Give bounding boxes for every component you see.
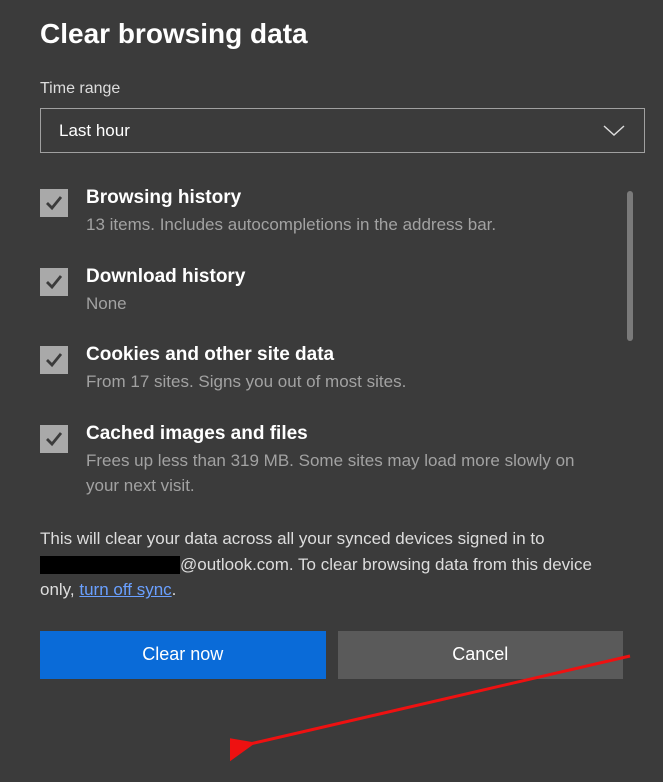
clear-browsing-data-dialog: Clear browsing data Time range Last hour…: [0, 0, 663, 699]
checkbox-cached[interactable]: [40, 425, 68, 453]
option-desc: 13 items. Includes autocompletions in th…: [86, 213, 603, 238]
dialog-title: Clear browsing data: [40, 18, 623, 50]
checkbox-download-history[interactable]: [40, 268, 68, 296]
option-title: Cookies and other site data: [86, 344, 603, 366]
redacted-email-local: [40, 556, 180, 574]
scrollbar-thumb[interactable]: [627, 191, 633, 341]
option-download-history: Download history None: [40, 266, 603, 317]
time-range-value: Last hour: [59, 121, 130, 141]
option-desc: Frees up less than 319 MB. Some sites ma…: [86, 449, 603, 498]
time-range-label: Time range: [40, 80, 623, 98]
checkbox-browsing-history[interactable]: [40, 189, 68, 217]
turn-off-sync-link[interactable]: turn off sync: [79, 580, 171, 599]
option-desc: None: [86, 292, 603, 317]
dialog-buttons: Clear now Cancel: [40, 631, 623, 679]
option-desc: From 17 sites. Signs you out of most sit…: [86, 370, 603, 395]
option-title: Cached images and files: [86, 423, 603, 445]
footnote-pre: This will clear your data across all you…: [40, 529, 545, 548]
chevron-down-icon: [602, 124, 626, 138]
sync-footnote: This will clear your data across all you…: [40, 526, 623, 603]
option-browsing-history: Browsing history 13 items. Includes auto…: [40, 187, 603, 238]
option-cookies: Cookies and other site data From 17 site…: [40, 344, 603, 395]
footnote-post: .: [172, 580, 177, 599]
option-title: Browsing history: [86, 187, 603, 209]
cancel-button[interactable]: Cancel: [338, 631, 624, 679]
checkbox-cookies[interactable]: [40, 346, 68, 374]
options-list: Browsing history 13 items. Includes auto…: [40, 187, 623, 498]
clear-now-button[interactable]: Clear now: [40, 631, 326, 679]
option-cached: Cached images and files Frees up less th…: [40, 423, 603, 498]
time-range-select[interactable]: Last hour: [40, 108, 645, 153]
option-title: Download history: [86, 266, 603, 288]
